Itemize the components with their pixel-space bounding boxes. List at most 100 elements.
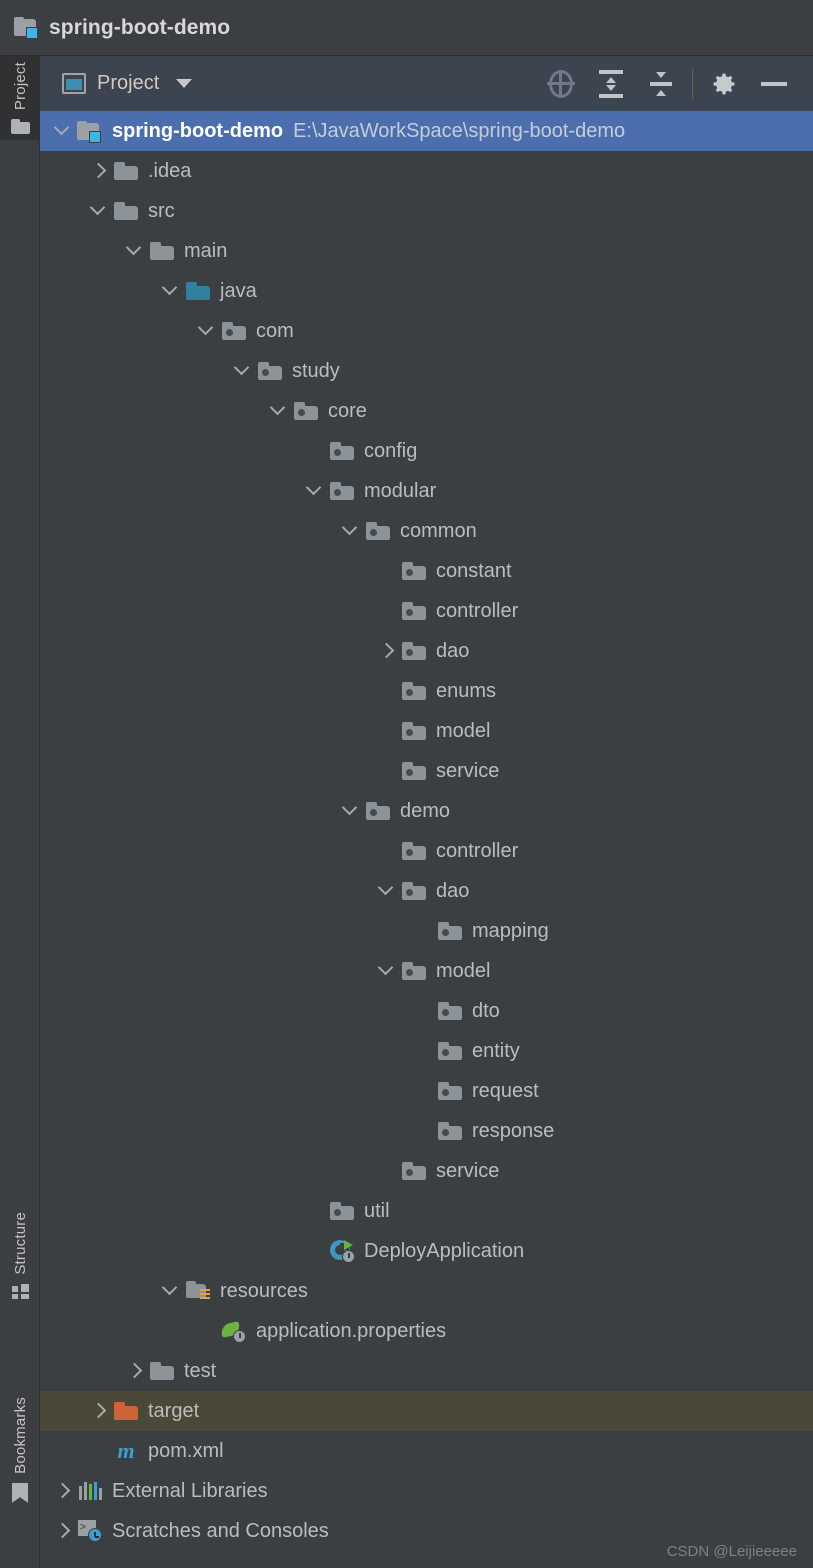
tree-row-label: constant (436, 559, 512, 582)
maven-icon: m (117, 1438, 135, 1463)
row-icon (292, 399, 320, 423)
tree-row[interactable]: m pom.xml (40, 1431, 813, 1471)
tree-row-label: demo (400, 799, 451, 822)
hide-panel-button[interactable] (749, 56, 799, 111)
row-icon (256, 359, 284, 383)
tree-row[interactable]: util (40, 1191, 813, 1231)
chevron-down-icon[interactable] (158, 1278, 184, 1304)
ide-project-panel: spring-boot-demo Project Structure Bookm… (0, 0, 813, 1568)
tree-row[interactable]: entity (40, 1031, 813, 1071)
tree-row[interactable]: dao (40, 631, 813, 671)
row-icon (112, 199, 140, 223)
tree-row[interactable]: core (40, 391, 813, 431)
chevron-down-icon[interactable] (158, 278, 184, 304)
project-tree[interactable]: spring-boot-demo E:\JavaWorkSpace\spring-… (40, 111, 813, 1568)
folder-icon (114, 162, 138, 180)
chevron-down-icon[interactable] (374, 958, 400, 984)
tree-row[interactable]: common (40, 511, 813, 551)
chevron-down-icon[interactable] (266, 398, 292, 424)
tree-row[interactable]: model (40, 711, 813, 751)
chevron-down-icon[interactable] (86, 198, 112, 224)
select-opened-file-button[interactable] (536, 56, 586, 111)
tree-row[interactable]: DeployApplication (40, 1231, 813, 1271)
row-icon (436, 1079, 464, 1103)
sidebar-item-project[interactable]: Project (0, 56, 40, 141)
tree-row-label: resources (220, 1279, 308, 1302)
sidebar-item-structure[interactable]: Structure (0, 1206, 40, 1305)
chevron-right-icon[interactable] (122, 1358, 148, 1384)
chevron-down-icon[interactable] (374, 878, 400, 904)
tree-row[interactable]: model (40, 951, 813, 991)
collapse-all-button[interactable] (636, 56, 686, 111)
tree-row[interactable]: External Libraries (40, 1471, 813, 1511)
tree-row[interactable]: config (40, 431, 813, 471)
package-folder-icon (330, 482, 354, 500)
row-icon (112, 1399, 140, 1423)
tree-row[interactable]: constant (40, 551, 813, 591)
row-icon (364, 519, 392, 543)
tree-row-label: External Libraries (112, 1479, 268, 1502)
tree-row[interactable]: main (40, 231, 813, 271)
tree-row[interactable]: controller (40, 591, 813, 631)
tree-row[interactable]: service (40, 751, 813, 791)
tree-row[interactable]: target (40, 1391, 813, 1431)
chevron-down-icon[interactable] (122, 238, 148, 264)
sidebar-item-bookmarks[interactable]: Bookmarks (0, 1391, 40, 1509)
tree-row[interactable]: application.properties (40, 1311, 813, 1351)
source-root-folder-icon (186, 282, 210, 300)
package-folder-icon (402, 602, 426, 620)
row-icon (436, 919, 464, 943)
row-icon (76, 1479, 104, 1503)
tree-row[interactable]: test (40, 1351, 813, 1391)
chevron-down-icon[interactable] (176, 79, 193, 88)
module-folder-icon (14, 16, 40, 39)
tree-row[interactable]: modular (40, 471, 813, 511)
chevron-down-icon[interactable] (50, 118, 76, 144)
chevron-down-icon[interactable] (338, 798, 364, 824)
tree-row-label: .idea (148, 159, 192, 182)
package-folder-icon (402, 1162, 426, 1180)
tree-row[interactable]: controller (40, 831, 813, 871)
package-folder-icon (402, 722, 426, 740)
crosshair-icon (546, 69, 576, 99)
tree-row-label: java (220, 279, 257, 302)
tree-row-label: Scratches and Consoles (112, 1519, 329, 1542)
chevron-right-icon[interactable] (50, 1518, 76, 1544)
tree-row[interactable]: dto (40, 991, 813, 1031)
tree-row[interactable]: enums (40, 671, 813, 711)
chevron-right-icon[interactable] (86, 1398, 112, 1424)
row-icon: > (76, 1519, 104, 1543)
chevron-down-icon[interactable] (338, 518, 364, 544)
view-selector[interactable]: Project (40, 72, 193, 95)
chevron-down-icon[interactable] (302, 478, 328, 504)
package-folder-icon (222, 322, 246, 340)
tree-row[interactable]: request (40, 1071, 813, 1111)
tree-row[interactable]: dao (40, 871, 813, 911)
settings-button[interactable] (699, 56, 749, 111)
tree-row[interactable]: service (40, 1151, 813, 1191)
tree-row[interactable]: resources (40, 1271, 813, 1311)
tree-row[interactable]: spring-boot-demo E:\JavaWorkSpace\spring-… (40, 111, 813, 151)
sidebar-item-structure-label: Structure (11, 1212, 29, 1275)
chevron-right-icon[interactable] (50, 1478, 76, 1504)
row-icon (364, 799, 392, 823)
chevron-right-icon[interactable] (86, 158, 112, 184)
tree-row[interactable]: java (40, 271, 813, 311)
row-icon (400, 1159, 428, 1183)
tree-row[interactable]: src (40, 191, 813, 231)
expand-all-button[interactable] (586, 56, 636, 111)
tree-row[interactable]: response (40, 1111, 813, 1151)
tree-row[interactable]: mapping (40, 911, 813, 951)
tree-row[interactable]: demo (40, 791, 813, 831)
package-folder-icon (294, 402, 318, 420)
tree-row[interactable]: study (40, 351, 813, 391)
chevron-down-icon[interactable] (194, 318, 220, 344)
row-icon (400, 599, 428, 623)
chevron-right-icon[interactable] (374, 638, 400, 664)
chevron-down-icon[interactable] (230, 358, 256, 384)
row-icon (400, 639, 428, 663)
tree-row-label: util (364, 1199, 390, 1222)
tree-row[interactable]: .idea (40, 151, 813, 191)
tree-row-label: dao (436, 879, 470, 902)
tree-row[interactable]: com (40, 311, 813, 351)
